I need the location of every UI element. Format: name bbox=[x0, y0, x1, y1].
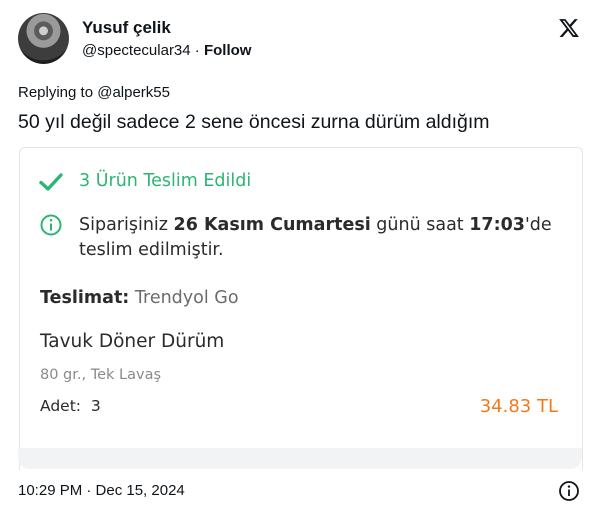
reply-mention-link[interactable]: @alperk55 bbox=[97, 84, 170, 101]
product-variant: 80 gr., Tek Lavaş bbox=[40, 367, 162, 383]
delivery-date: 26 Kasım Cumartesi bbox=[173, 215, 371, 235]
check-icon bbox=[39, 173, 63, 191]
info-circle-icon[interactable] bbox=[558, 480, 580, 502]
tweet-timestamp[interactable]: 10:29 PM · Dec 15, 2024 bbox=[18, 482, 185, 499]
info-circle-icon bbox=[40, 214, 62, 236]
follow-button[interactable]: Follow bbox=[204, 42, 252, 59]
avatar[interactable] bbox=[18, 13, 69, 64]
delivery-message: Siparişiniz 26 Kasım Cumartesi günü saat… bbox=[79, 213, 569, 263]
message-text: Siparişiniz bbox=[79, 215, 174, 235]
message-text: günü saat bbox=[370, 215, 470, 235]
delivery-label: Teslimat: bbox=[40, 288, 130, 308]
separator: · bbox=[190, 42, 204, 59]
author-handle-row: @spectecular34 · Follow bbox=[82, 42, 251, 59]
delivery-value: Trendyol Go bbox=[134, 288, 239, 308]
product-price: 34.83 TL bbox=[479, 396, 558, 417]
product-name: Tavuk Döner Dürüm bbox=[40, 331, 225, 352]
delivery-status: 3 Ürün Teslim Edildi bbox=[79, 171, 252, 191]
tweet-text: 50 yıl değil sadece 2 sene öncesi zurna … bbox=[18, 111, 490, 133]
replying-to: Replying to @alperk55 bbox=[18, 84, 170, 101]
quantity: Adet: 3 bbox=[40, 397, 101, 415]
quantity-value: 3 bbox=[90, 397, 101, 415]
delivery-method: Teslimat: Trendyol Go bbox=[40, 288, 239, 308]
author-display-name[interactable]: Yusuf çelik bbox=[82, 18, 171, 38]
author-handle[interactable]: @spectecular34 bbox=[82, 42, 191, 59]
delivery-time: 17:03 bbox=[469, 215, 525, 235]
x-logo-icon[interactable] bbox=[558, 17, 580, 39]
replying-prefix: Replying to bbox=[18, 84, 98, 101]
quantity-label: Adet: bbox=[40, 397, 82, 415]
attached-image[interactable] bbox=[19, 147, 583, 470]
image-footer bbox=[18, 448, 582, 469]
